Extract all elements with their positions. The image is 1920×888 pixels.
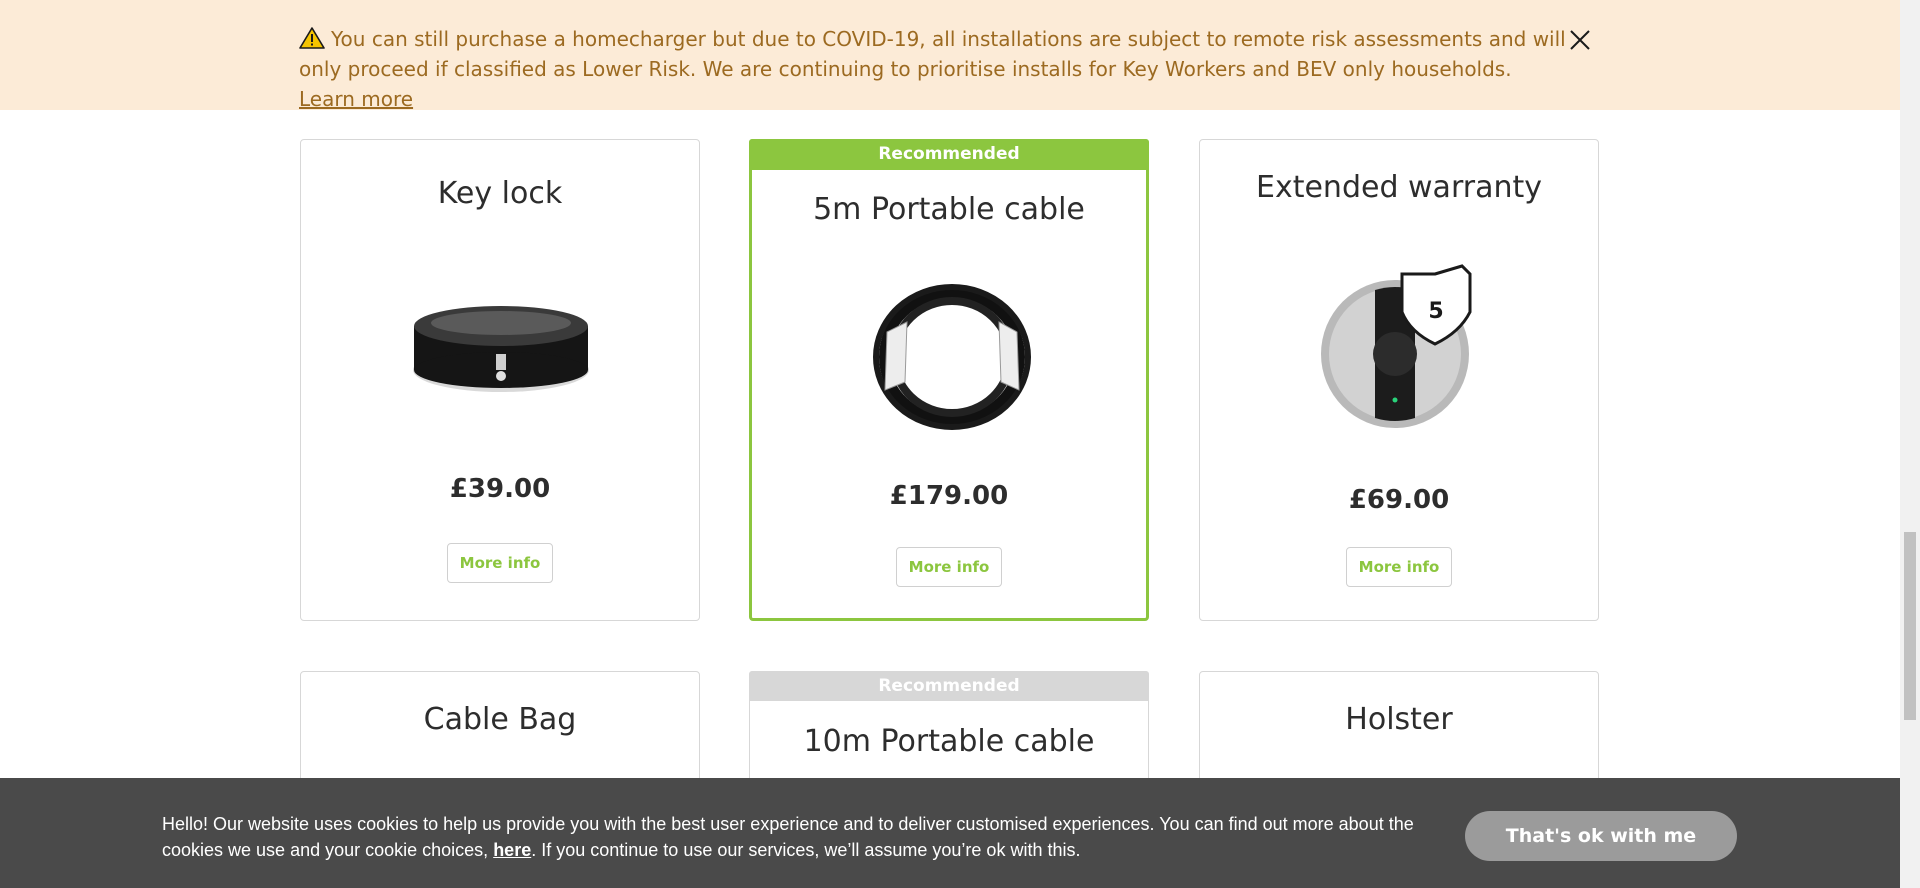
product-price: £69.00: [1348, 485, 1450, 515]
product-price: £39.00: [449, 474, 551, 504]
product-title: Holster: [1345, 702, 1453, 737]
alert-message-block: You can still purchase a homecharger but…: [299, 24, 1569, 114]
product-card-extended-warranty: Extended warranty 5 £69.00 More info: [1199, 139, 1599, 621]
product-title: 5m Portable cable: [813, 192, 1085, 227]
key-lock-image: [413, 306, 589, 392]
product-card-key-lock: Key lock £39.00 More info: [300, 139, 700, 621]
product-card-5m-portable-cable: Recommended 5m Portable cable £179.00 Mo…: [749, 139, 1149, 621]
page-scrollbar[interactable]: [1900, 0, 1920, 888]
warning-icon: [299, 27, 325, 49]
cookie-banner: Hello! Our website uses cookies to help …: [0, 778, 1900, 888]
covid-alert-banner: You can still purchase a homecharger but…: [0, 0, 1900, 111]
more-info-button[interactable]: More info: [447, 543, 553, 583]
more-info-button[interactable]: More info: [1346, 547, 1452, 587]
close-icon[interactable]: [1568, 28, 1592, 52]
alert-message: You can still purchase a homecharger but…: [299, 27, 1566, 81]
more-info-button[interactable]: More info: [896, 547, 1002, 587]
shield-number: 5: [1428, 299, 1443, 324]
product-title: 10m Portable cable: [803, 724, 1095, 759]
cookie-policy-link[interactable]: here: [493, 840, 531, 860]
product-title: Cable Bag: [423, 702, 577, 737]
recommended-badge: Recommended: [749, 671, 1149, 701]
warranty-charger-image: 5: [1321, 264, 1472, 428]
portable-cable-image: [873, 284, 1031, 430]
cookie-text-after: . If you continue to use our services, w…: [531, 840, 1081, 860]
product-title: Extended warranty: [1256, 170, 1542, 205]
cookie-message: Hello! Our website uses cookies to help …: [162, 811, 1432, 863]
learn-more-link[interactable]: Learn more: [299, 87, 413, 111]
product-title: Key lock: [437, 176, 563, 211]
recommended-badge: Recommended: [749, 139, 1149, 170]
scrollbar-thumb[interactable]: [1904, 532, 1916, 720]
accept-cookies-button[interactable]: That's ok with me: [1465, 811, 1737, 861]
product-price: £179.00: [889, 481, 1009, 511]
